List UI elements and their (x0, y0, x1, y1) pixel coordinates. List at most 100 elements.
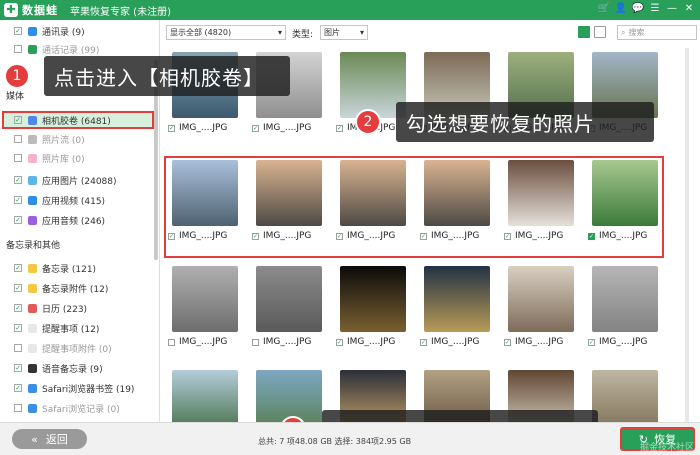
chat-icon[interactable]: 💬 (631, 2, 645, 16)
window-title: 苹果恢复专家 (未注册) (70, 6, 171, 18)
step2-text: 勾选想要恢复的照片 (406, 111, 595, 136)
sidebar-item-label: 应用视频 (415) (42, 196, 106, 207)
filter-select[interactable]: 显示全部 (4820) ▾ (166, 25, 286, 40)
photo-thumbnail[interactable] (508, 266, 574, 332)
category-icon (28, 363, 37, 373)
photo-item[interactable]: IMG_....JPG (252, 370, 326, 422)
sidebar-item[interactable]: ✓ 应用音频 (246) (0, 211, 156, 229)
checkbox[interactable]: ✓ (14, 176, 22, 184)
minimize-icon[interactable]: — (665, 2, 679, 16)
photo-item[interactable]: ✓ IMG_....JPG (504, 266, 578, 349)
cart-icon[interactable]: 🛒 (597, 2, 611, 16)
photo-checkbox[interactable] (252, 338, 259, 346)
photo-thumbnail[interactable] (256, 370, 322, 422)
checkbox[interactable] (14, 45, 22, 53)
sidebar-item[interactable]: ✓ 备忘录附件 (12) (0, 279, 156, 297)
photo-caption: ✓ IMG_....JPG (336, 335, 410, 349)
photo-item[interactable]: ✓ IMG_....JPG (420, 266, 494, 349)
watermark: 掘金技术社区 (639, 443, 694, 453)
sidebar-item[interactable]: Safari浏览记录 (0) (0, 399, 156, 417)
photo-thumbnail[interactable] (424, 266, 490, 332)
section-header-media: 媒体 (6, 92, 25, 102)
app-logo-icon: ✚ (4, 3, 18, 17)
sidebar-item[interactable]: 照片流 (0) (0, 130, 156, 148)
photo-checkbox[interactable]: ✓ (588, 338, 595, 346)
photo-checkbox[interactable] (168, 338, 175, 346)
photo-item[interactable]: IMG_....JPG (168, 370, 242, 422)
sidebar-item[interactable]: ✓ 提醒事项 (12) (0, 319, 156, 337)
sidebar-item[interactable]: ✓ 通讯录 (9) (0, 22, 156, 40)
sidebar-item-label: 语音备忘录 (9) (42, 364, 103, 375)
checkbox[interactable]: ✓ (14, 196, 22, 204)
photo-thumbnail[interactable] (172, 266, 238, 332)
checkbox[interactable]: ✓ (14, 27, 22, 35)
photo-checkbox[interactable]: ✓ (336, 338, 343, 346)
photo-caption: ✓ IMG_....JPG (168, 121, 242, 135)
sidebar-item[interactable]: 照片库 (0) (0, 149, 156, 167)
photo-checkbox[interactable]: ✓ (168, 124, 175, 132)
photo-thumbnail[interactable] (592, 266, 658, 332)
sidebar-item[interactable]: ✓ 相机胶卷 (6481) (2, 111, 154, 129)
close-icon[interactable]: ✕ (682, 2, 696, 16)
sidebar-item-label: 照片流 (0) (42, 135, 85, 146)
checkbox[interactable]: ✓ (14, 324, 22, 332)
photo-item[interactable]: IMG_....JPG (252, 266, 326, 349)
back-label: 返回 (45, 433, 68, 446)
sidebar-item-label: 备忘录附件 (12) (42, 284, 109, 295)
sidebar-item[interactable]: ✓ Safari浏览器书签 (19) (0, 379, 156, 397)
photo-item[interactable]: IMG_....JPG (588, 370, 662, 422)
photo-item[interactable]: ✓ IMG_....JPG (588, 266, 662, 349)
selection-status: 总共: 7 项48.08 GB 选择: 384项2.95 GB (258, 437, 412, 446)
photo-thumbnail[interactable] (256, 266, 322, 332)
photo-item[interactable]: IMG_....JPG (168, 266, 242, 349)
sidebar-item[interactable]: ✓ 应用图片 (24088) (0, 171, 156, 189)
photo-checkbox[interactable]: ✓ (252, 124, 259, 132)
menu-icon[interactable]: ☰ (648, 2, 662, 16)
photo-caption: ✓ IMG_....JPG (252, 121, 326, 135)
category-icon (28, 343, 37, 353)
category-icon (28, 195, 37, 205)
search-input[interactable]: ⌕ 搜索 (617, 25, 697, 40)
grid-scrollbar[interactable] (685, 48, 689, 422)
photo-checkbox[interactable]: ✓ (336, 124, 343, 132)
sidebar-item-label: 相机胶卷 (6481) (42, 116, 111, 127)
checkbox[interactable]: ✓ (14, 304, 22, 312)
sidebar-item[interactable]: ✓ 应用视频 (415) (0, 191, 156, 209)
photo-thumbnail[interactable] (592, 370, 658, 422)
checkbox[interactable]: ✓ (14, 216, 22, 224)
sidebar-item-label: 备忘录 (121) (42, 264, 97, 275)
sidebar-item-label: 提醒事项附件 (0) (42, 344, 112, 355)
sidebar-item[interactable]: ✓ 日历 (223) (0, 299, 156, 317)
photo-checkbox[interactable]: ✓ (504, 338, 511, 346)
step1-badge: 1 (4, 63, 30, 89)
type-value: 图片 (324, 28, 340, 37)
checkbox[interactable]: ✓ (14, 284, 22, 292)
search-icon: ⌕ (621, 27, 626, 37)
checkbox[interactable]: ✓ (14, 116, 22, 124)
sidebar-item[interactable]: ✓ 语音备忘录 (9) (0, 359, 156, 377)
sidebar-item[interactable]: ✓ 备忘录 (121) (0, 259, 156, 277)
category-icon (28, 303, 37, 313)
checkbox[interactable]: ✓ (14, 384, 22, 392)
checkbox[interactable] (14, 154, 22, 162)
checkbox[interactable]: ✓ (14, 364, 22, 372)
type-select[interactable]: 图片 ▾ (320, 25, 368, 40)
photo-thumbnail[interactable] (340, 266, 406, 332)
checkbox[interactable] (14, 344, 22, 352)
checkbox[interactable] (14, 135, 22, 143)
photo-thumbnail[interactable] (172, 370, 238, 422)
photo-item[interactable]: ✓ IMG_....JPG (336, 266, 410, 349)
back-button[interactable]: « 返回 (12, 429, 87, 449)
sidebar-item[interactable]: 提醒事项附件 (0) (0, 339, 156, 357)
checkbox[interactable]: ✓ (14, 264, 22, 272)
step2-callout: 勾选想要恢复的照片 (396, 102, 654, 142)
photo-filename: IMG_....JPG (599, 337, 648, 347)
category-icon (28, 153, 37, 163)
photo-checkbox[interactable]: ✓ (420, 338, 427, 346)
category-icon (28, 44, 37, 54)
account-icon[interactable]: 👤 (614, 2, 628, 16)
category-icon (28, 215, 37, 225)
checkbox[interactable] (14, 404, 22, 412)
grid-view-icon[interactable] (578, 26, 590, 38)
list-view-icon[interactable] (594, 26, 606, 38)
